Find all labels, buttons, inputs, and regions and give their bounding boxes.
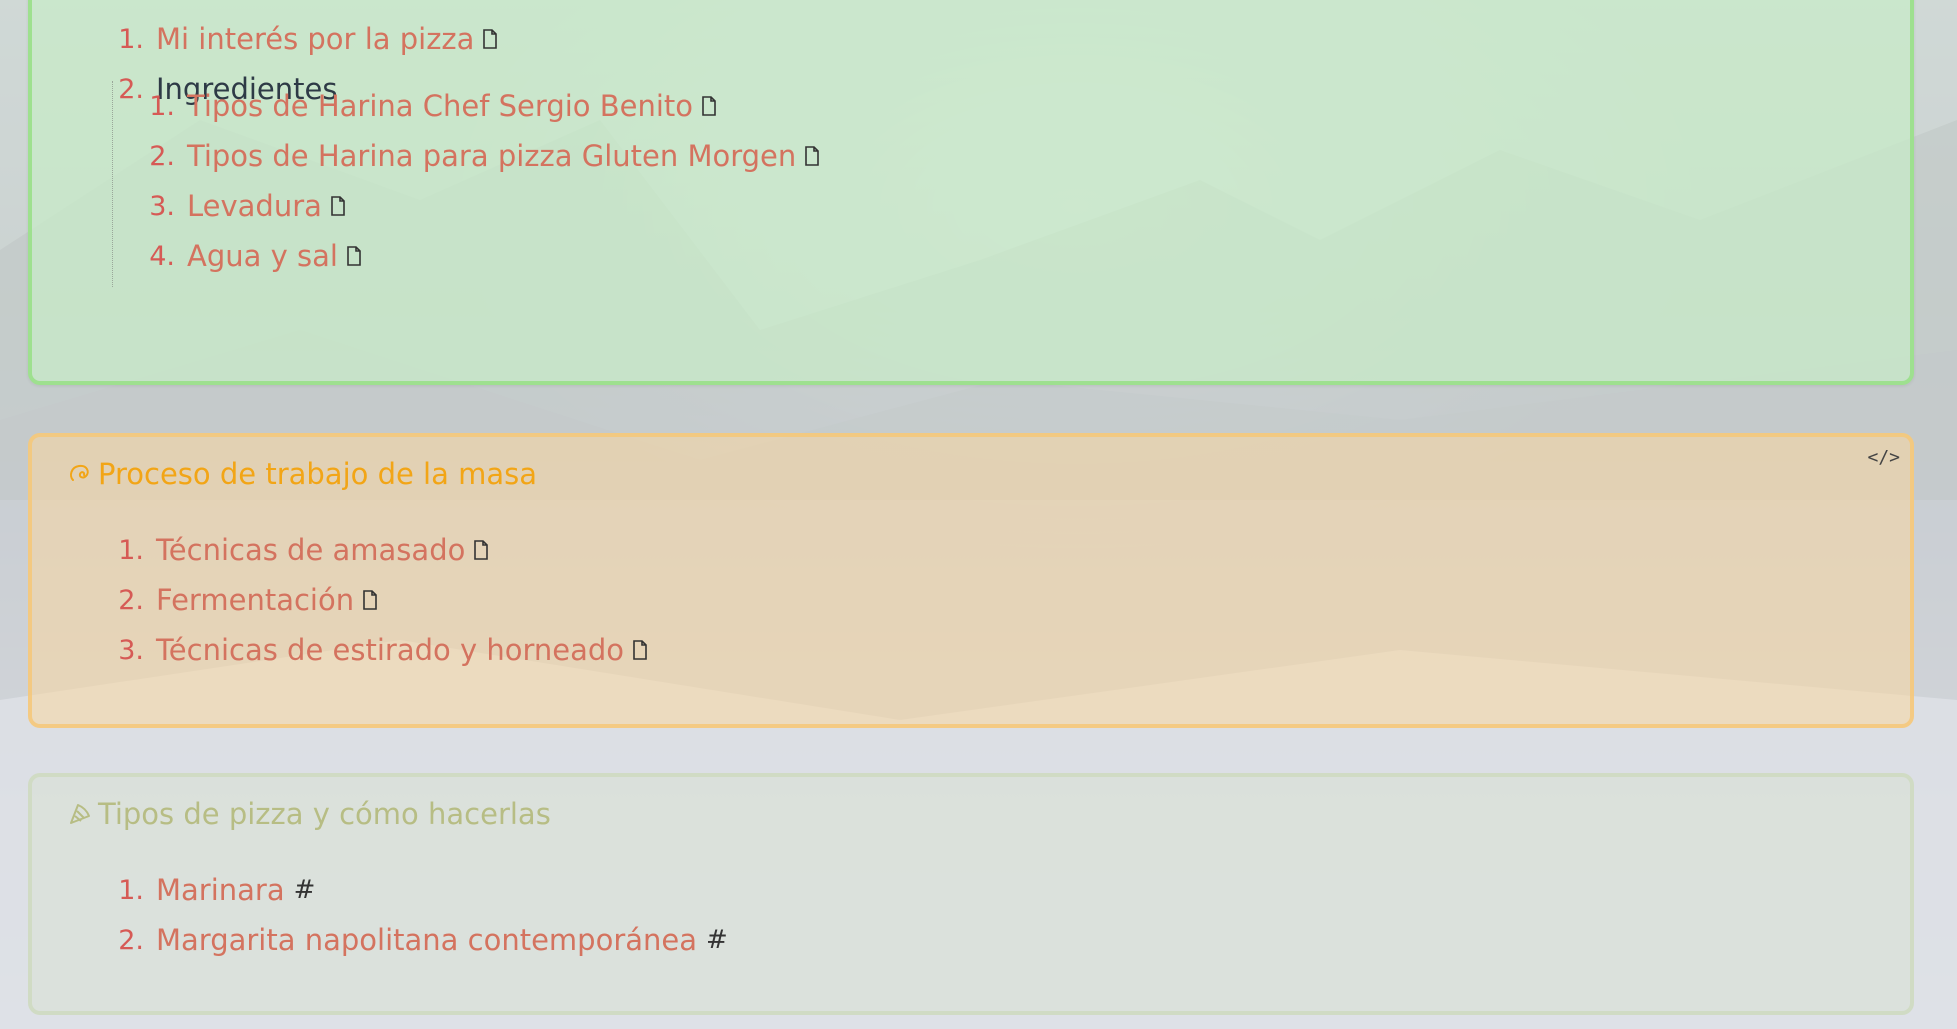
list-number: 3.	[149, 190, 175, 222]
pizza-slice-icon	[70, 804, 90, 824]
page-link-harina-chef[interactable]: Tipos de Harina Chef Sergio Benito	[187, 89, 693, 123]
proceso-title: Proceso de trabajo de la masa	[68, 457, 537, 491]
hash-icon: #	[706, 925, 728, 955]
list-number: 2.	[118, 584, 144, 616]
list-item: 2. Fermentación	[104, 575, 648, 625]
list-number: 1.	[149, 90, 175, 122]
list-item: 1. Técnicas de amasado	[104, 525, 648, 575]
list-item: 1. Tipos de Harina Chef Sergio Benito	[113, 81, 820, 131]
document-icon	[633, 640, 647, 660]
proceso-section: Proceso de trabajo de la masa </> 1. Téc…	[28, 433, 1914, 728]
list-item: 1. Marinara #	[104, 865, 728, 915]
list-number: 1.	[118, 874, 144, 906]
ingredientes-sublist: 1. Tipos de Harina Chef Sergio Benito 2.…	[112, 81, 820, 287]
document-icon	[474, 540, 489, 560]
tipos-title: Tipos de pizza y cómo hacerlas	[68, 797, 551, 831]
page-link-interes[interactable]: Mi interés por la pizza	[156, 22, 474, 56]
page-link-estirado[interactable]: Técnicas de estirado y horneado	[156, 633, 624, 667]
list-number: 2.	[149, 140, 175, 172]
list-number: 1.	[118, 23, 144, 55]
document-icon	[702, 96, 716, 116]
page-link-agua-sal[interactable]: Agua y sal	[187, 239, 338, 273]
hash-icon: #	[293, 875, 316, 905]
tipos-list: 1. Marinara # 2. Margarita napolitana co…	[104, 865, 728, 965]
page-link-amasado[interactable]: Técnicas de amasado	[156, 533, 465, 567]
page-link-fermentacion[interactable]: Fermentación	[156, 583, 354, 617]
document-icon	[363, 590, 377, 610]
ingredientes-list: 1. Tipos de Harina Chef Sergio Benito 2.…	[113, 81, 820, 281]
list-item: 3. Técnicas de estirado y horneado	[104, 625, 648, 675]
document-icon	[331, 196, 345, 216]
proceso-title-text: Proceso de trabajo de la masa	[98, 457, 538, 491]
tipos-title-text: Tipos de pizza y cómo hacerlas	[98, 797, 551, 831]
list-number: 1.	[118, 534, 144, 566]
link-margarita[interactable]: Margarita napolitana contemporánea	[156, 923, 697, 957]
tipos-section: Tipos de pizza y cómo hacerlas 1. Marina…	[28, 773, 1914, 1015]
page-link-levadura[interactable]: Levadura	[187, 189, 322, 223]
list-item: 3. Levadura	[113, 181, 820, 231]
list-number: 2.	[118, 924, 144, 956]
list-item: 1. Mi interés por la pizza	[104, 14, 498, 64]
list-item: 2. Tipos de Harina para pizza Gluten Mor…	[113, 131, 820, 181]
document-icon	[483, 29, 498, 49]
list-item: 4. Agua y sal	[113, 231, 820, 281]
list-number: 4.	[149, 240, 175, 272]
document-icon	[805, 146, 820, 166]
dough-icon	[70, 464, 89, 481]
list-number: 3.	[118, 634, 144, 666]
page-link-harina-gluten[interactable]: Tipos de Harina para pizza Gluten Morgen	[187, 139, 796, 173]
code-icon[interactable]: </>	[1867, 447, 1900, 468]
list-item: 2. Margarita napolitana contemporánea #	[104, 915, 728, 965]
proceso-list: 1. Técnicas de amasado 2. Fermentación 3…	[104, 525, 648, 675]
link-marinara[interactable]: Marinara	[156, 873, 285, 907]
intro-section: 1. Mi interés por la pizza 2. Ingredient…	[28, 0, 1914, 385]
document-icon	[347, 246, 361, 266]
